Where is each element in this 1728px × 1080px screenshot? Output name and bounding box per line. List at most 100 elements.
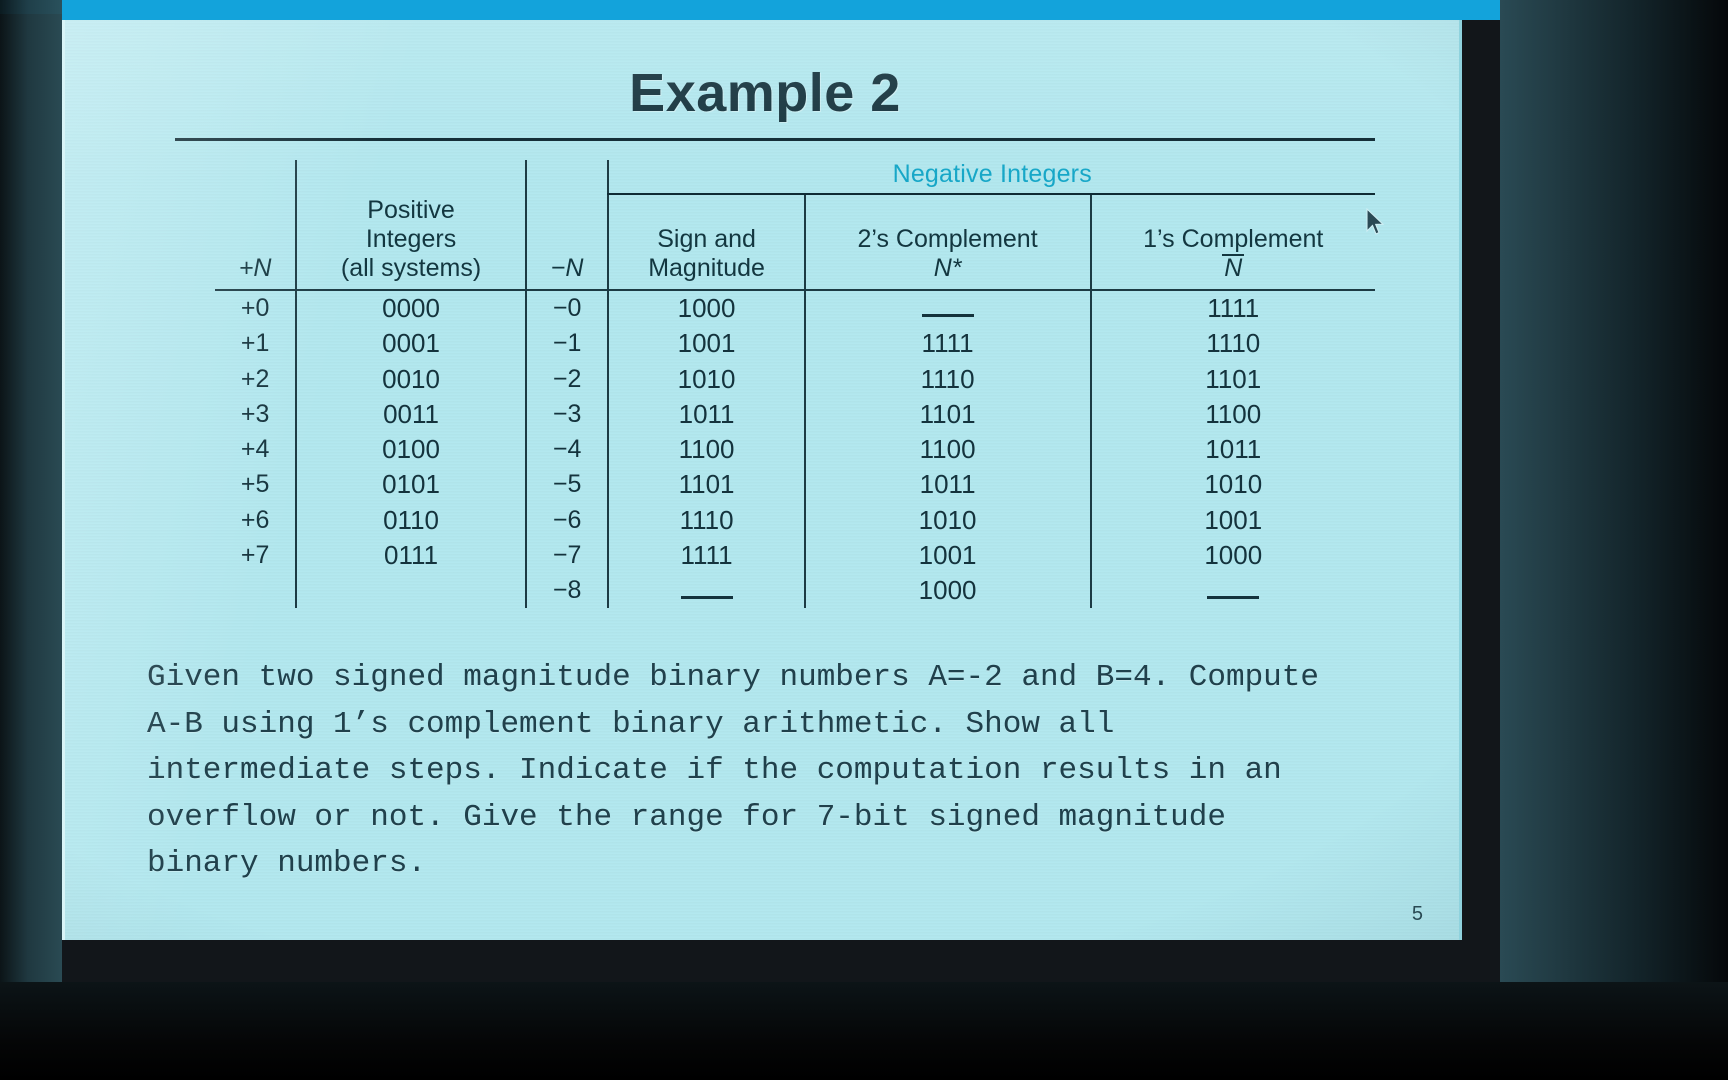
cell-twos: 1001	[803, 537, 1091, 574]
column-header-minus-n: −N	[524, 194, 609, 290]
cell-sign-mag: 1010	[607, 361, 805, 397]
cell-sign-mag	[607, 573, 805, 609]
column-header-ones-line2: N	[1222, 254, 1245, 282]
cell-ones: 1000	[1089, 537, 1375, 574]
cell-positive	[295, 573, 526, 609]
question-text: Given two signed magnitude binary number…	[147, 655, 1447, 888]
group-header-spacer-a	[215, 160, 296, 194]
question-line-4: overflow or not. Give the range for 7-bi…	[147, 799, 1226, 835]
cell-positive: 0010	[295, 361, 526, 397]
question-line-5: binary numbers.	[147, 846, 427, 881]
column-header-sign-mag-line2: Magnitude	[648, 254, 765, 282]
question-line-1: Given two signed magnitude binary number…	[147, 660, 1319, 695]
cell-minus-n: −0	[524, 288, 609, 327]
cell-plus-n: +6	[240, 505, 270, 534]
cell-twos: 1100	[803, 432, 1091, 468]
cell-minus-n: −2	[524, 361, 609, 397]
title-divider	[175, 138, 1375, 141]
column-header-plus-n: +N	[215, 194, 296, 290]
question-line-3: intermediate steps. Indicate if the comp…	[147, 753, 1282, 788]
column-header-minus-n-label: −N	[550, 254, 584, 282]
table-row: +6 0110 −6 1110 1010 1001	[215, 502, 1375, 538]
table-row: +1 0001 −1 1001 1111 1110	[215, 326, 1375, 362]
cell-minus-n: −5	[524, 467, 609, 503]
column-header-twos-line1: 2’s Complement	[857, 225, 1038, 253]
column-header-twos-complement: 2’s Complement N*	[803, 194, 1091, 290]
cell-sign-mag: 1001	[607, 326, 805, 362]
cell-plus-n: +7	[240, 540, 270, 569]
cell-positive: 0000	[295, 288, 526, 327]
cell-twos	[803, 288, 1091, 327]
cell-twos: 1000	[803, 573, 1091, 609]
column-header-plus-n-label: +N	[238, 254, 272, 282]
cell-ones	[1089, 573, 1375, 609]
cell-plus-n: +4	[240, 435, 270, 464]
cell-ones: 1100	[1089, 396, 1375, 433]
em-dash-marker	[921, 303, 974, 317]
signed-number-representation-table: Negative Integers +N Positive Integers (…	[215, 160, 1375, 609]
table-body: +0 0000 −0 1000 1111 +1 0001 −1 1001 1111 1110 +2 00…	[215, 288, 1375, 609]
cell-twos: 1111	[803, 326, 1091, 362]
table-row: +0 0000 −0 1000 1111	[215, 288, 1375, 327]
cell-positive: 0101	[295, 467, 526, 503]
column-header-positive-line1: Positive	[367, 196, 455, 224]
cell-sign-mag: 1000	[607, 288, 805, 327]
em-dash-marker	[680, 585, 733, 600]
cell-positive: 0011	[295, 396, 526, 433]
cell-sign-mag: 1110	[607, 502, 805, 538]
column-header-sign-mag-line1: Sign and	[657, 225, 756, 253]
cell-minus-n: −7	[524, 537, 609, 574]
cell-plus-n: +5	[240, 470, 270, 499]
cell-plus-n: +3	[240, 399, 270, 428]
cell-ones: 1010	[1089, 467, 1375, 503]
cell-ones: 1111	[1089, 288, 1375, 327]
table-row: +5 0101 −5 1101 1011 1010	[215, 467, 1375, 503]
cell-plus-n	[215, 573, 296, 608]
column-header-positive-line3: (all systems)	[340, 254, 482, 282]
cell-sign-mag: 1101	[607, 467, 805, 503]
cell-minus-n: −1	[524, 326, 609, 362]
cell-twos: 1110	[803, 361, 1091, 397]
cell-ones: 1001	[1089, 502, 1375, 538]
cell-plus-n: +0	[215, 288, 297, 327]
table-row: −8 1000	[215, 573, 1375, 609]
cell-sign-mag: 1111	[607, 537, 805, 574]
table-column-header-row: +N Positive Integers (all systems) −N Si…	[215, 194, 1375, 290]
window-title-bar	[62, 0, 1500, 20]
slide-number: 5	[1411, 903, 1423, 925]
table-header: Negative Integers +N Positive Integers (…	[215, 160, 1375, 290]
presentation-slide: Example 2 Negative Integers +N Positive …	[62, 20, 1462, 940]
question-line-2: A-B using 1’s complement binary arithmet…	[147, 706, 1115, 742]
monitor-bezel-bottom	[0, 982, 1728, 1080]
table-row: +7 0111 −7 1111 1001 1000	[215, 537, 1375, 574]
cell-minus-n: −4	[524, 432, 609, 468]
group-header-spacer-c	[524, 160, 609, 194]
column-header-sign-and-magnitude: Sign and Magnitude	[607, 194, 805, 290]
column-header-twos-line2: N*	[933, 254, 962, 282]
cell-ones: 1011	[1089, 432, 1375, 468]
cell-minus-n: −6	[524, 502, 609, 538]
cell-positive: 0110	[295, 502, 526, 538]
table-group-header-row: Negative Integers	[215, 160, 1375, 195]
photographed-screen: Example 2 Negative Integers +N Positive …	[0, 0, 1728, 1080]
column-header-positive-integers: Positive Integers (all systems)	[295, 194, 526, 290]
cell-ones: 1101	[1089, 361, 1375, 397]
group-header-negative-integers: Negative Integers	[607, 160, 1375, 195]
cell-sign-mag: 1011	[607, 396, 805, 433]
page-title: Example 2	[629, 63, 901, 123]
group-header-spacer-b	[295, 160, 526, 194]
cell-twos: 1011	[803, 467, 1091, 503]
cell-plus-n: +2	[240, 364, 270, 393]
cell-minus-n: −3	[524, 396, 609, 433]
table-row: +4 0100 −4 1100 1100 1011	[215, 432, 1375, 468]
mouse-pointer-icon	[1366, 208, 1385, 235]
cell-twos: 1101	[803, 396, 1091, 433]
cell-positive: 0100	[295, 432, 526, 468]
column-header-ones-complement: 1’s Complement N	[1089, 194, 1375, 290]
table-row: +2 0010 −2 1010 1110 1101	[215, 361, 1375, 397]
cell-twos: 1010	[803, 502, 1091, 538]
table: Negative Integers +N Positive Integers (…	[215, 160, 1375, 609]
cell-ones: 1110	[1089, 326, 1375, 362]
monitor-bezel-right	[1500, 0, 1728, 1080]
cell-positive: 0111	[295, 537, 526, 574]
